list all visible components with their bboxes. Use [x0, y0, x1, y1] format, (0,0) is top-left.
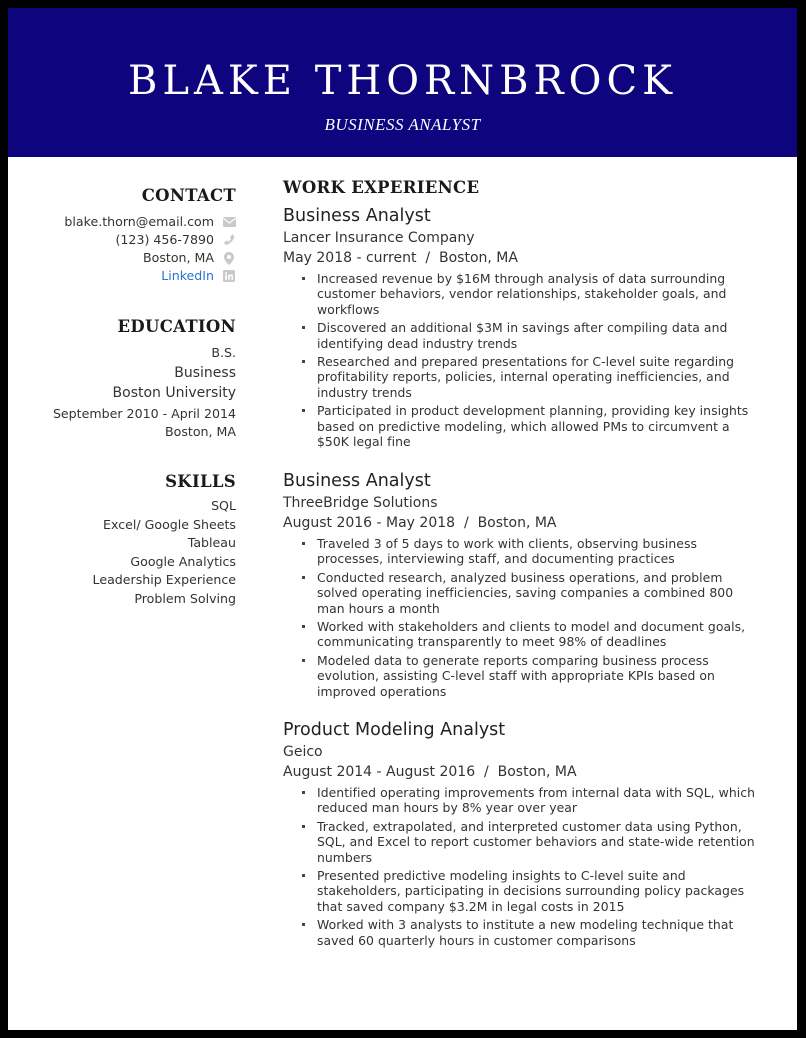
- job-dates: August 2016 - May 2018 / Boston, MA: [283, 515, 557, 531]
- envelope-icon: [222, 215, 236, 229]
- contact-phone[interactable]: (123) 456-7890: [116, 231, 237, 249]
- education-field: Business: [174, 365, 236, 381]
- education-heading: EDUCATION: [117, 317, 236, 336]
- linkedin-icon: [222, 269, 236, 283]
- education-dates: September 2010 - April 2014: [52, 406, 236, 421]
- job-dates: August 2014 - August 2016 / Boston, MA: [283, 764, 577, 780]
- skill-item: Tableau: [187, 535, 236, 550]
- job-entry: Business Analyst Lancer Insurance Compan…: [283, 205, 763, 452]
- bullet-icon: [302, 575, 305, 579]
- bullet-item: Increased revenue by $16M through analys…: [283, 271, 763, 317]
- bullet-icon: [302, 658, 305, 662]
- job-title: Business Analyst: [283, 206, 431, 226]
- bullet-icon: [302, 542, 305, 545]
- bullet-icon: [302, 326, 305, 330]
- phone-text: (123) 456-7890: [115, 232, 215, 247]
- bullet-icon: [302, 360, 305, 364]
- bullet-icon: [302, 923, 305, 927]
- phone-icon: [222, 233, 236, 247]
- bullet-icon: [302, 625, 305, 629]
- bullet-icon: [302, 874, 305, 878]
- bullet-item: Tracked, extrapolated, and interpreted c…: [283, 819, 763, 865]
- bullet-item: Identified operating improvements from i…: [283, 785, 763, 816]
- skill-item: Google Analytics: [130, 554, 236, 569]
- bullet-item: Participated in product development plan…: [283, 403, 763, 449]
- bullet-item: Worked with 3 analysts to institute a ne…: [283, 917, 763, 948]
- resume-header: BLAKE THORNBROCK BUSINESS ANALYST: [8, 8, 797, 157]
- skill-item: Excel/ Google Sheets: [103, 517, 236, 532]
- education-degree: B.S.: [211, 345, 236, 360]
- job-company: Lancer Insurance Company: [283, 230, 475, 246]
- bullet-icon: [302, 409, 305, 413]
- skill-item: SQL: [211, 498, 236, 513]
- job-title: Business Analyst: [283, 471, 431, 491]
- contact-email[interactable]: blake.thorn@email.com: [64, 213, 236, 231]
- bullet-item: Modeled data to generate reports compari…: [283, 653, 763, 699]
- job-dates: May 2018 - current / Boston, MA: [283, 250, 518, 266]
- contact-linkedin[interactable]: LinkedIn: [161, 267, 236, 285]
- map-pin-icon: [222, 251, 236, 265]
- email-text: blake.thorn@email.com: [64, 214, 214, 229]
- job-bullets: Traveled 3 of 5 days to work with client…: [283, 536, 763, 699]
- candidate-title: BUSINESS ANALYST: [324, 115, 481, 134]
- contact-location: Boston, MA: [143, 249, 236, 267]
- work-experience-heading: WORK EXPERIENCE: [283, 178, 480, 197]
- bullet-item: Worked with stakeholders and clients to …: [283, 619, 763, 650]
- bullet-icon: [302, 791, 305, 794]
- job-title: Product Modeling Analyst: [283, 720, 506, 740]
- candidate-name: BLAKE THORNBROCK: [128, 58, 677, 104]
- skill-item: Problem Solving: [134, 591, 236, 606]
- contact-heading: CONTACT: [141, 186, 236, 205]
- education-school: Boston University: [112, 385, 236, 401]
- linkedin-link[interactable]: LinkedIn: [161, 267, 214, 285]
- bullet-icon: [302, 824, 305, 828]
- skills-heading: SKILLS: [165, 472, 236, 491]
- job-company: ThreeBridge Solutions: [283, 495, 438, 511]
- bullet-item: Conducted research, analyzed business op…: [283, 570, 763, 616]
- location-text: Boston, MA: [142, 250, 214, 265]
- bullet-icon: [302, 277, 305, 280]
- bullet-item: Traveled 3 of 5 days to work with client…: [283, 536, 763, 567]
- job-company: Geico: [283, 744, 323, 760]
- resume-page: BLAKE THORNBROCK BUSINESS ANALYST CONTAC…: [8, 8, 797, 1030]
- job-bullets: Increased revenue by $16M through analys…: [283, 271, 763, 449]
- bullet-item: Discovered an additional $3M in savings …: [283, 320, 763, 351]
- bullet-item: Presented predictive modeling insights t…: [283, 868, 763, 914]
- education-location: Boston, MA: [164, 424, 236, 439]
- job-entry: Business Analyst ThreeBridge Solutions A…: [283, 470, 763, 702]
- job-entry: Product Modeling Analyst Geico August 20…: [283, 719, 763, 951]
- job-bullets: Identified operating improvements from i…: [283, 785, 763, 948]
- skill-item: Leadership Experience: [92, 572, 236, 587]
- bullet-item: Researched and prepared presentations fo…: [283, 354, 763, 400]
